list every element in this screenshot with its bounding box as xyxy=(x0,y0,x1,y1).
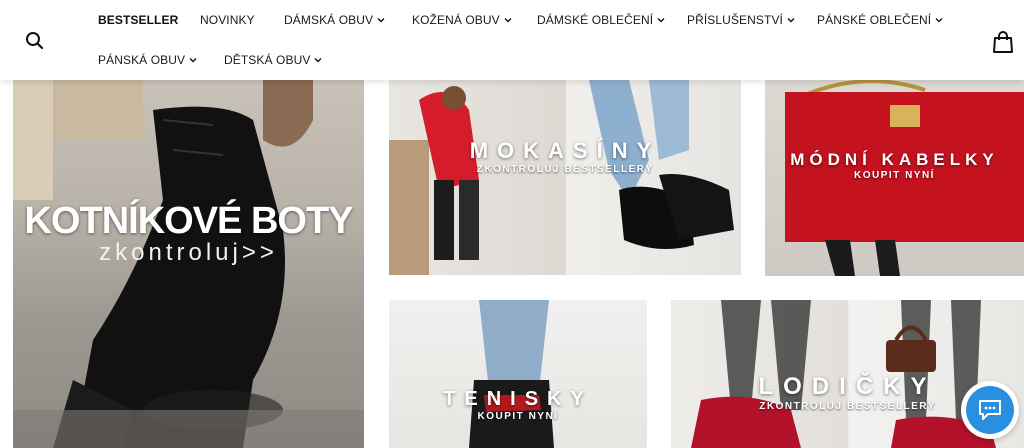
tile-title: KOTNÍKOVÉ BOTY xyxy=(24,200,353,242)
category-tile-boots[interactable]: KOTNÍKOVÉ BOTY zkontroluj>> xyxy=(13,80,364,448)
chevron-down-icon xyxy=(314,58,322,63)
chevron-down-icon xyxy=(189,58,197,63)
tile-subtitle: zkontroluj>> xyxy=(99,239,278,266)
nav-panska-obuv[interactable]: PÁNSKÁ OBUV xyxy=(98,53,197,67)
tile-title: MÓDNÍ KABELKY xyxy=(790,150,999,169)
chat-bubble-icon xyxy=(966,386,1014,434)
nav-damske-obleceni[interactable]: DÁMSKÉ OBLEČENÍ xyxy=(537,13,665,27)
tile-title: TENISKY xyxy=(443,388,593,410)
chevron-down-icon xyxy=(657,18,665,23)
chat-button[interactable] xyxy=(961,381,1019,439)
nav-label: KOŽENÁ OBUV xyxy=(412,13,500,27)
nav-detska-obuv[interactable]: DĚTSKÁ OBUV xyxy=(224,53,322,67)
chevron-down-icon xyxy=(935,18,943,23)
site-header: BESTSELLER NOVINKY DÁMSKÁ OBUV KOŽENÁ OB… xyxy=(0,0,1024,80)
nav-label: BESTSELLER xyxy=(98,13,179,27)
search-icon[interactable] xyxy=(24,30,46,52)
nav-label: PÁNSKÁ OBUV xyxy=(98,53,186,67)
category-tile-sneakers[interactable]: TENISKY KOUPIT NYNÍ xyxy=(389,300,647,448)
category-tile-bags[interactable]: MÓDNÍ KABELKY KOUPIT NYNÍ xyxy=(765,80,1024,276)
tile-subtitle: KOUPIT NYNÍ xyxy=(854,170,935,181)
nav-bestseller[interactable]: BESTSELLER xyxy=(98,13,178,27)
category-tile-loafers[interactable]: MOKASÍNY ZKONTROLUJ BESTSELLERY xyxy=(389,80,741,275)
loafers-photo xyxy=(389,80,734,275)
tile-subtitle: ZKONTROLUJ BESTSELLERY xyxy=(476,164,654,175)
nav-prislusenstvi[interactable]: PŘÍSLUŠENSTVÍ xyxy=(687,13,795,27)
nav-panske-obleceni[interactable]: PÁNSKÉ OBLEČENÍ xyxy=(817,13,943,27)
chevron-down-icon xyxy=(504,18,512,23)
nav-novinky[interactable]: NOVINKY xyxy=(200,13,255,27)
tile-subtitle: KOUPIT NYNÍ xyxy=(477,411,559,422)
shopping-bag-icon[interactable] xyxy=(992,30,1014,54)
tile-title: MOKASÍNY xyxy=(469,138,661,163)
nav-label: DĚTSKÁ OBUV xyxy=(224,53,311,67)
nav-label: DÁMSKÉ OBLEČENÍ xyxy=(537,13,654,27)
nav-label: DÁMSKÁ OBUV xyxy=(284,13,374,27)
nav-label: PŘÍSLUŠENSTVÍ xyxy=(687,13,783,27)
chevron-down-icon xyxy=(377,18,385,23)
chevron-down-icon xyxy=(787,18,795,23)
nav-damska-obuv[interactable]: DÁMSKÁ OBUV xyxy=(284,13,385,27)
nav-label: NOVINKY xyxy=(200,13,255,27)
nav-label: PÁNSKÉ OBLEČENÍ xyxy=(817,13,932,27)
nav-kozena-obuv[interactable]: KOŽENÁ OBUV xyxy=(412,13,512,27)
sneakers-photo xyxy=(469,300,554,448)
